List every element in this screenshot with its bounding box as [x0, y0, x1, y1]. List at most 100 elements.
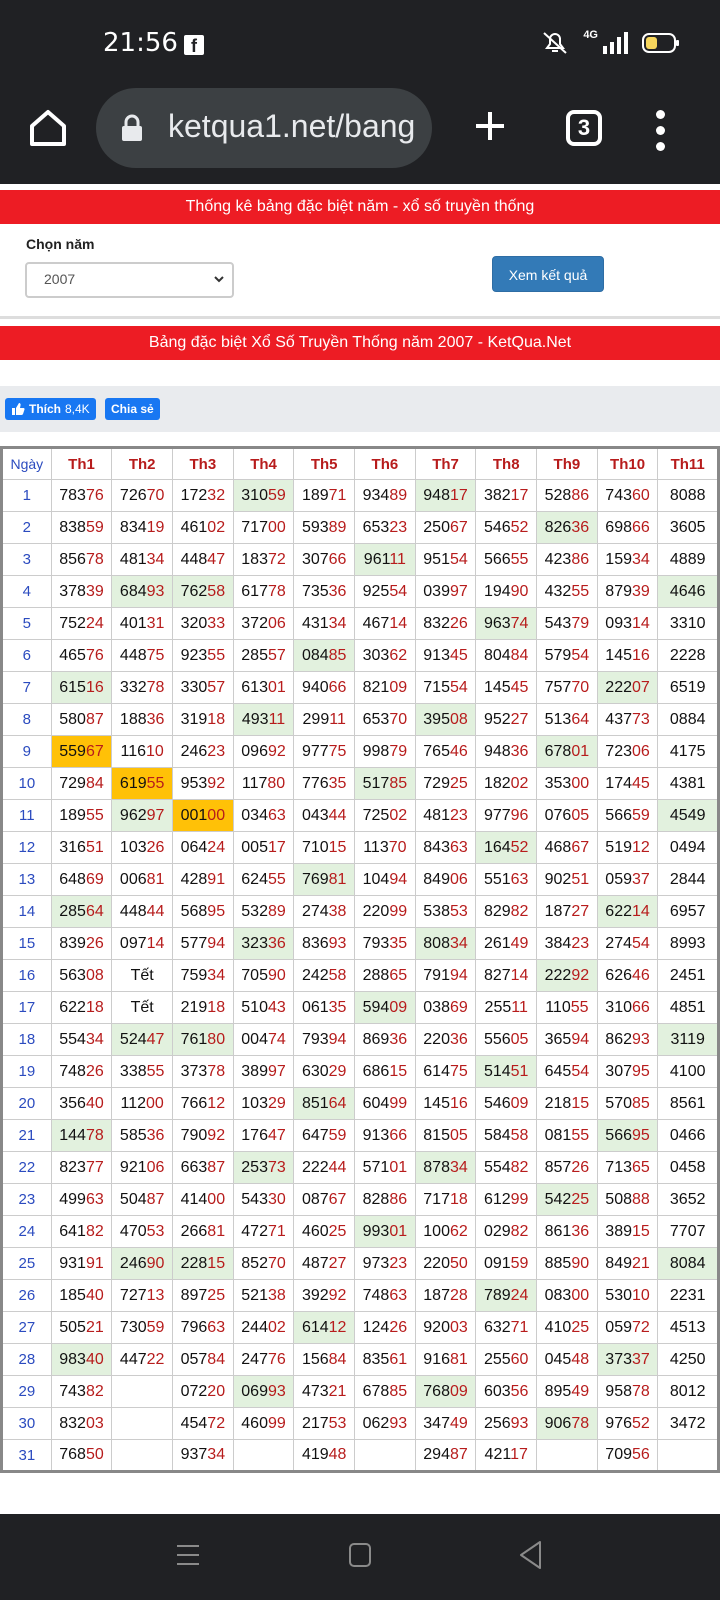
result-cell: 21815 — [536, 1087, 598, 1120]
col-header-month: Th2 — [111, 447, 174, 480]
table-header-row: Ngày Th1 Th2 Th3 Th4 Th5 Th6 Th7 Th8 Th9 Th10 Th11 — [1, 447, 719, 480]
result-cell: 09692 — [232, 735, 295, 768]
result-cell: 80834 — [414, 927, 477, 960]
result-cell: 95154 — [414, 543, 477, 576]
result-cell — [536, 1439, 598, 1472]
table-row: 2 83859 83419 46102 71700 59389 65323 25067 5465… — [1, 511, 719, 544]
result-cell: 79194 — [414, 959, 477, 992]
table-row: 12 31651 10326 06424 00517 71015 11370 84363 164… — [1, 831, 719, 864]
result-cell — [354, 1439, 416, 1472]
result-cell: 37378 — [172, 1055, 234, 1088]
back-icon[interactable] — [518, 1540, 544, 1570]
address-bar[interactable]: ketqua1.net/bang — [96, 88, 432, 168]
result-cell: 61475 — [414, 1055, 477, 1088]
result-cell: 0466 — [657, 1119, 719, 1152]
table-row: 24 64182 47053 26681 47271 46025 99301 10062 029… — [1, 1215, 719, 1248]
result-cell: 18202 — [475, 767, 538, 800]
day-cell: 13 — [1, 863, 52, 896]
result-cell: 85726 — [536, 1151, 598, 1184]
result-cell — [232, 1439, 295, 1472]
result-cell: 11610 — [111, 735, 174, 768]
results-table: Ngày Th1 Th2 Th3 Th4 Th5 Th6 Th7 Th8 Th9 Th10 Th11 … — [0, 446, 720, 1473]
home-icon[interactable] — [28, 106, 68, 150]
table-row: 21 14478 58536 79092 17647 64759 91366 81505 584… — [1, 1119, 719, 1152]
table-row: 22 82377 92106 66387 25373 22244 57101 87834 554… — [1, 1151, 719, 1184]
new-tab-icon[interactable] — [472, 108, 508, 144]
result-cell: 61301 — [232, 671, 295, 704]
result-cell: 46714 — [354, 607, 416, 640]
result-cell: 10494 — [354, 863, 416, 896]
result-cell: 14516 — [414, 1087, 477, 1120]
col-header-month: Th7 — [414, 447, 477, 480]
recent-apps-icon[interactable] — [176, 1542, 200, 1568]
result-cell: 18540 — [50, 1279, 113, 1312]
result-cell: 51912 — [596, 831, 659, 864]
result-cell: 85678 — [50, 543, 113, 576]
table-row: 25 93191 24690 22815 85270 48727 97323 22050 091… — [1, 1247, 719, 1280]
result-cell: 30362 — [354, 639, 416, 672]
result-cell: 15934 — [596, 543, 659, 576]
result-cell: 65323 — [354, 511, 416, 544]
social-bar: Thích 8,4K Chia sẻ — [0, 386, 720, 432]
result-cell: 73536 — [293, 575, 356, 608]
result-cell: 12426 — [354, 1311, 416, 1344]
result-cell: 31066 — [596, 991, 659, 1024]
result-cell: 82886 — [354, 1183, 416, 1216]
result-cell: 98340 — [50, 1343, 113, 1376]
result-cell: 08485 — [293, 639, 356, 672]
result-cell: 06424 — [172, 831, 234, 864]
result-cell: 2451 — [657, 959, 719, 992]
table-title: Bảng đặc biệt Xổ Số Truyền Thống năm 200… — [0, 326, 720, 360]
result-cell: 02982 — [475, 1215, 538, 1248]
result-cell: 8012 — [657, 1375, 719, 1408]
result-cell: 79335 — [354, 927, 416, 960]
day-cell: 6 — [1, 639, 52, 672]
result-cell: 74382 — [50, 1375, 113, 1408]
result-cell: 82714 — [475, 959, 538, 992]
result-cell: 94817 — [414, 479, 477, 512]
table-row: 15 83926 09714 57794 32336 83693 79335 80834 261… — [1, 927, 719, 960]
result-cell: 30766 — [293, 543, 356, 576]
day-cell: 19 — [1, 1055, 52, 1088]
result-cell: 48123 — [414, 799, 477, 832]
result-cell: 22815 — [172, 1247, 234, 1280]
result-cell: 28557 — [232, 639, 295, 672]
result-cell: 83693 — [293, 927, 356, 960]
result-cell: 83203 — [50, 1407, 113, 1440]
result-cell: 56655 — [475, 543, 538, 576]
year-select[interactable]: 2007 — [25, 262, 234, 298]
result-cell: 06993 — [232, 1375, 295, 1408]
network-type: 4G — [583, 29, 598, 41]
fb-share-button[interactable]: Chia sẻ — [105, 398, 160, 420]
overflow-menu-icon[interactable] — [656, 106, 665, 158]
result-cell: 14545 — [475, 671, 538, 704]
result-cell: 51785 — [354, 767, 416, 800]
result-cell: 8084 — [657, 1247, 719, 1280]
result-cell: 92106 — [111, 1151, 174, 1184]
tab-switcher-button[interactable]: 3 — [566, 110, 602, 146]
fb-like-button[interactable]: Thích 8,4K — [5, 398, 96, 420]
result-cell: 3605 — [657, 511, 719, 544]
result-cell: 86136 — [536, 1215, 598, 1248]
result-cell: 64869 — [50, 863, 113, 896]
result-cell: 2844 — [657, 863, 719, 896]
result-cell: 47271 — [232, 1215, 295, 1248]
result-cell: 56695 — [596, 1119, 659, 1152]
result-cell: 55482 — [475, 1151, 538, 1184]
result-cell: 61412 — [293, 1311, 356, 1344]
year-value: 2007 — [44, 271, 76, 287]
result-cell: 24690 — [111, 1247, 174, 1280]
result-cell: 38915 — [596, 1215, 659, 1248]
result-cell — [111, 1439, 174, 1472]
submit-button[interactable]: Xem kết quả — [492, 256, 604, 292]
result-cell: 63029 — [293, 1055, 356, 1088]
result-cell: 76809 — [414, 1375, 477, 1408]
result-cell: 94066 — [293, 671, 356, 704]
result-cell: 92554 — [354, 575, 416, 608]
result-cell: 22036 — [414, 1023, 477, 1056]
result-cell: 4549 — [657, 799, 719, 832]
col-header-day: Ngày — [1, 447, 52, 480]
home-button-icon[interactable] — [348, 1542, 372, 1568]
result-cell: 46576 — [50, 639, 113, 672]
table-row: 23 49963 50487 41400 54330 08767 82886 71718 612… — [1, 1183, 719, 1216]
